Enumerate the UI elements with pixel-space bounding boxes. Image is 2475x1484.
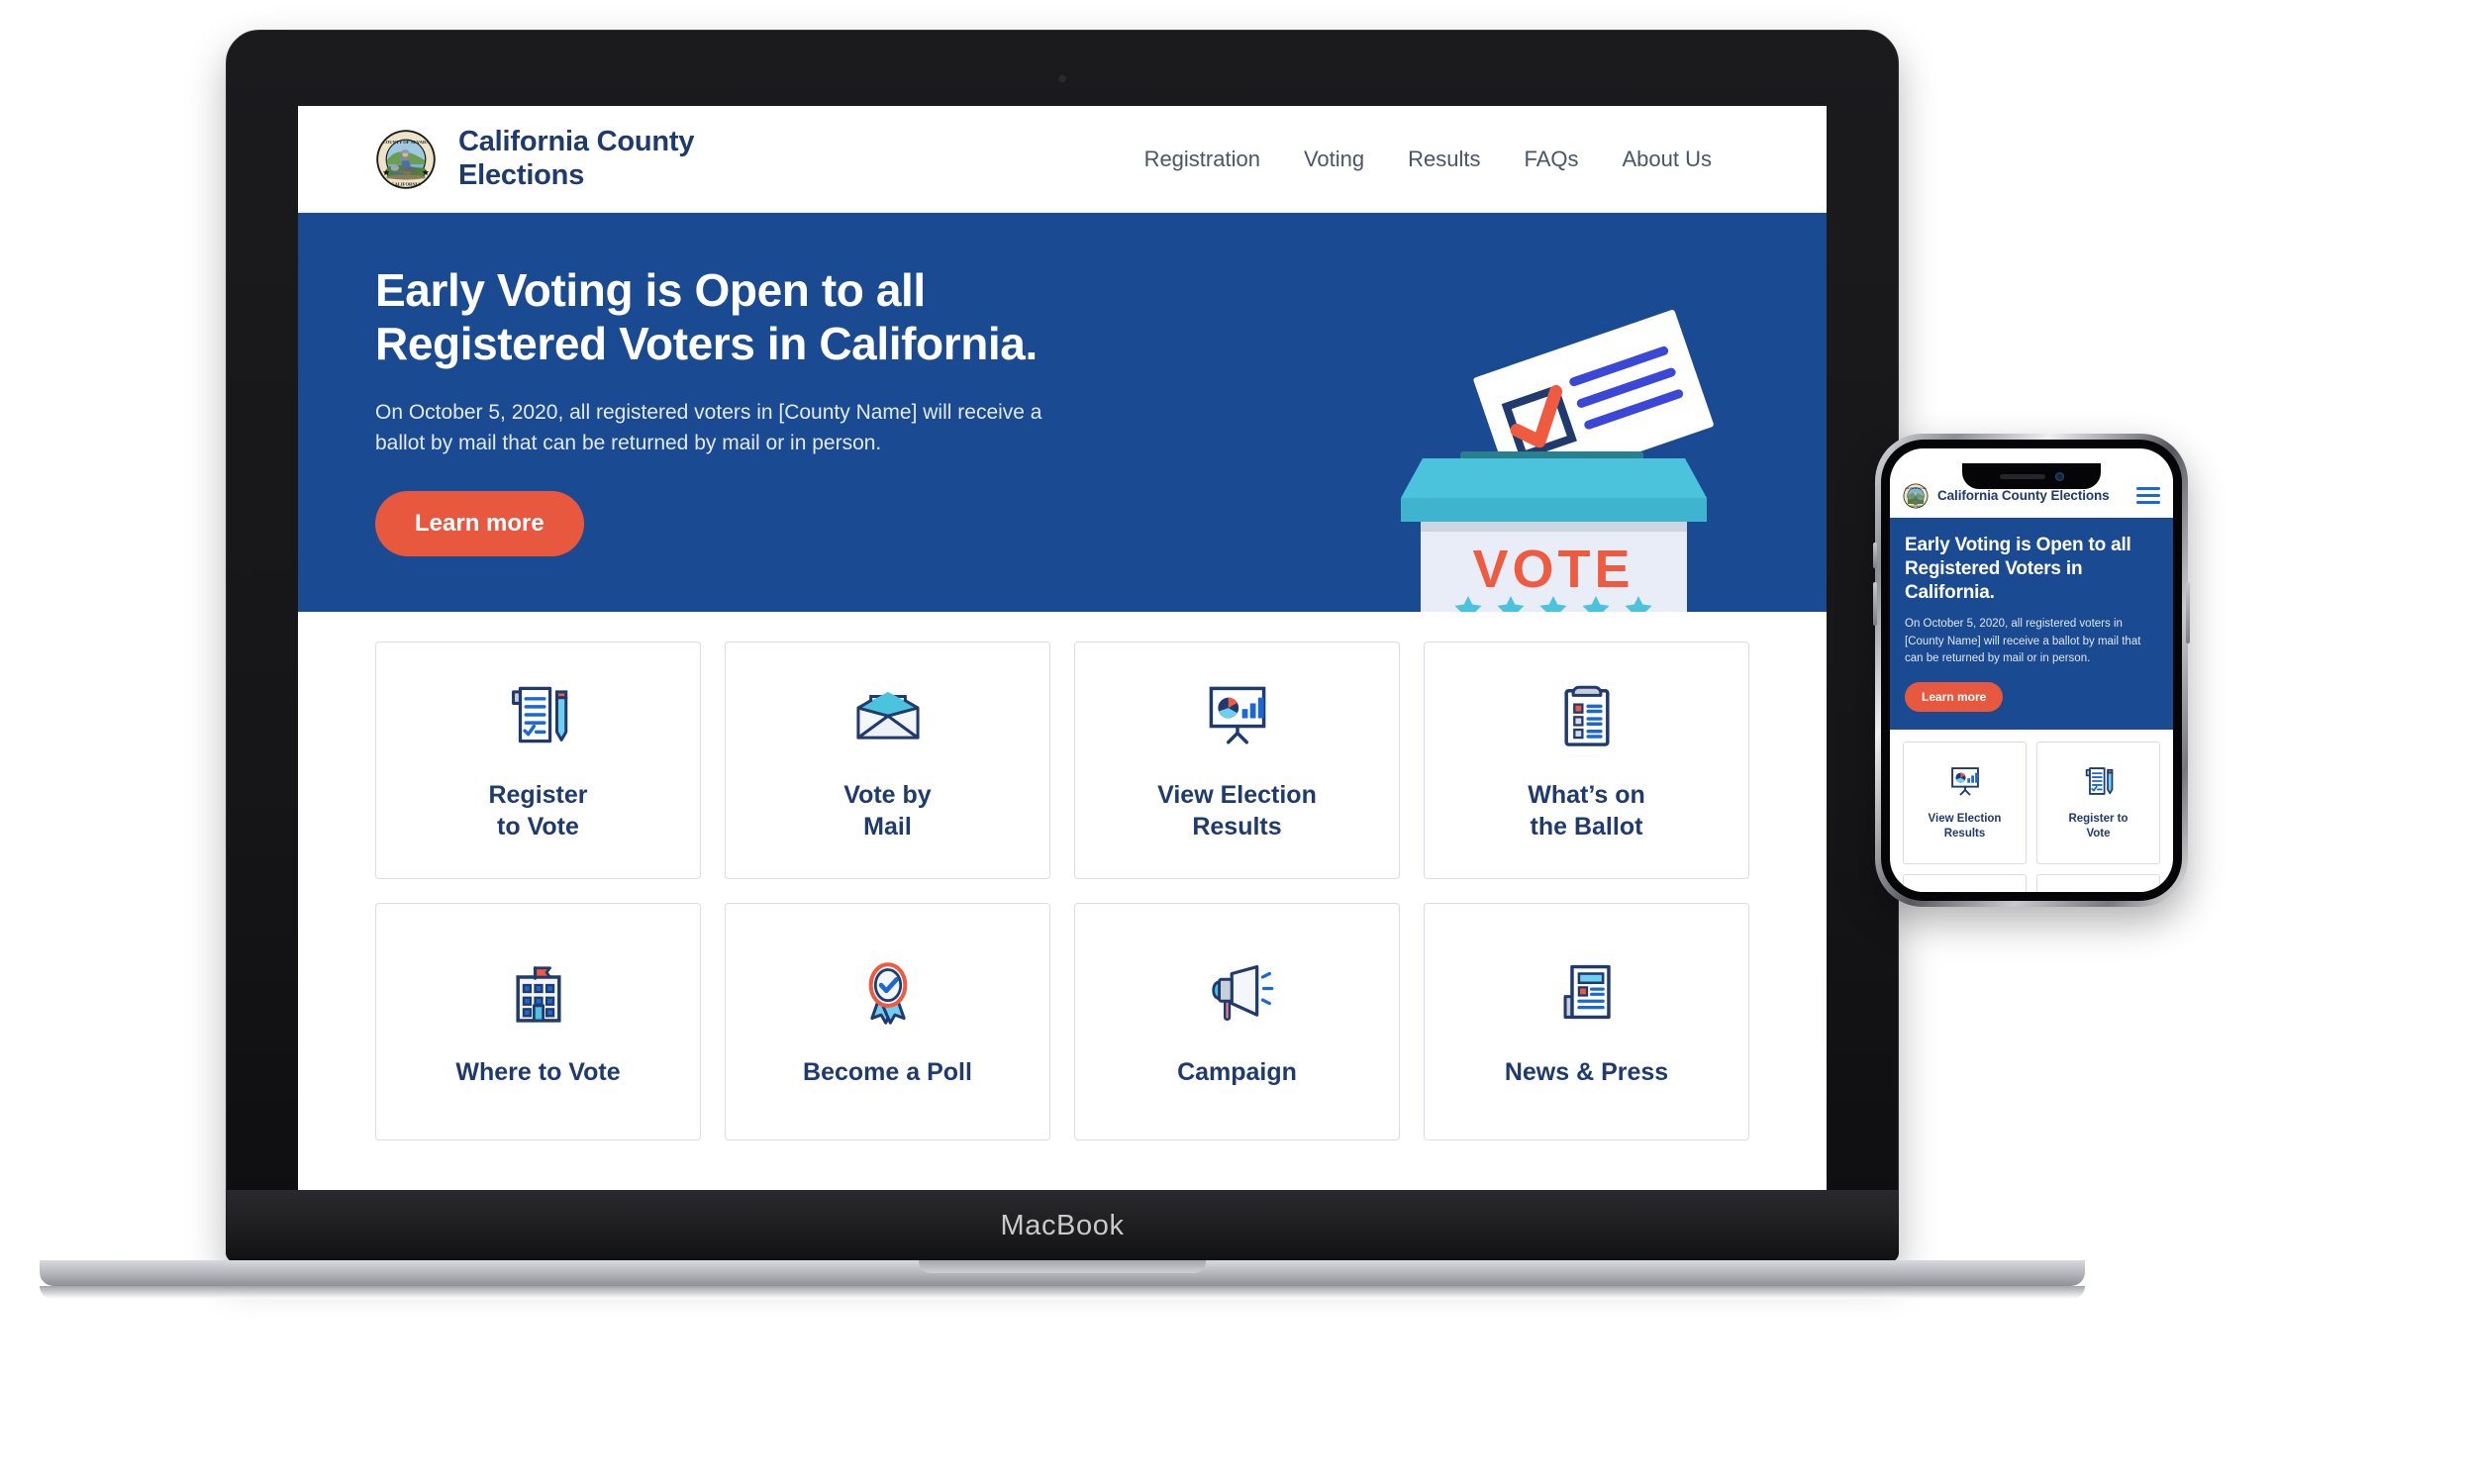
macbook-bottom-bezel: MacBook <box>226 1190 1899 1262</box>
learn-more-button[interactable]: Learn more <box>375 490 584 556</box>
mobile-hero-banner: Early Voting is Open to all Registered V… <box>1890 518 2173 730</box>
front-camera-icon <box>2054 471 2064 481</box>
svg-text:CALIFORNIA: CALIFORNIA <box>391 181 421 186</box>
card-label: Vote by Mail <box>843 780 932 841</box>
main-navigation: Registration Voting Results FAQs About U… <box>1144 147 1771 172</box>
laptop-camera-icon <box>1056 73 1068 84</box>
mobile-card-whats-on-the-ballot[interactable]: What’s on the Ballot <box>2036 873 2160 892</box>
iphone-device: COUNTY OF NEVADA CALIFORNIA California C… <box>1873 434 2190 907</box>
svg-text:VOTE: VOTE <box>1472 540 1634 599</box>
card-label: What’s on the Ballot <box>1528 780 1645 841</box>
hamburger-menu-icon[interactable] <box>2136 487 2160 504</box>
macbook-brand-label: MacBook <box>1000 1210 1125 1241</box>
screenshot-stage: COUNTY OF NEVADA CALIFORNIA California C… <box>0 0 2475 1484</box>
award-ribbon-check-icon <box>868 961 907 1025</box>
clipboard-checklist-icon <box>1563 685 1610 746</box>
nav-item-results[interactable]: Results <box>1408 147 1480 172</box>
card-view-election-results[interactable]: View Election Results <box>1074 641 1400 879</box>
site-header: COUNTY OF NEVADA CALIFORNIA California C… <box>298 106 1827 213</box>
card-label: Where to Vote <box>455 1057 621 1086</box>
hero-body-text: On October 5, 2020, all registered voter… <box>375 400 1042 455</box>
mobile-brand-name: California County Elections <box>1937 488 2110 503</box>
mobile-card-register-to-vote[interactable]: Register to Vote <box>2036 741 2160 864</box>
card-label: Register to Vote <box>488 780 588 841</box>
quick-links-grid: Register to Vote Vote by Mail View Elect… <box>298 611 1827 1140</box>
mobile-card-vote-by-mail[interactable]: Vote by Mail <box>1903 873 2027 892</box>
county-seal-icon: COUNTY OF NEVADA CALIFORNIA <box>376 129 436 189</box>
mobile-hero-body-text: On October 5, 2020, all registered voter… <box>1905 618 2141 665</box>
iphone-notch <box>1962 463 2101 489</box>
macbook-device: COUNTY OF NEVADA CALIFORNIA California C… <box>40 30 2085 1299</box>
nav-item-about-us[interactable]: About Us <box>1623 147 1713 172</box>
mobile-card-label: Register to Vote <box>2068 813 2128 841</box>
open-envelope-icon <box>855 691 920 740</box>
earpiece-speaker-icon <box>1999 473 2045 479</box>
document-pen-icon <box>2085 767 2113 796</box>
presentation-chart-icon <box>1209 686 1265 744</box>
nav-item-voting[interactable]: Voting <box>1304 147 1364 172</box>
macbook-screen: COUNTY OF NEVADA CALIFORNIA California C… <box>298 106 1827 1190</box>
iphone-screen: COUNTY OF NEVADA CALIFORNIA California C… <box>1890 448 2173 892</box>
brand-name-line1: California County <box>458 126 695 158</box>
card-whats-on-the-ballot[interactable]: What’s on the Ballot <box>1424 641 1749 879</box>
government-building-flag-icon <box>515 965 561 1023</box>
nav-item-faqs[interactable]: FAQs <box>1524 147 1578 172</box>
macbook-base-notch <box>919 1260 1206 1273</box>
card-become-a-poll-worker[interactable]: Become a Poll <box>725 902 1050 1140</box>
hero-heading: Early Voting is Open to all Registered V… <box>375 264 1038 369</box>
card-label: News & Press <box>1504 1057 1669 1086</box>
county-seal-icon: COUNTY OF NEVADA CALIFORNIA <box>1903 483 1929 508</box>
card-label: Become a Poll <box>803 1057 972 1086</box>
card-label: Campaign <box>1177 1057 1297 1086</box>
card-news-and-press[interactable]: News & Press <box>1424 902 1749 1140</box>
svg-text:COUNTY OF NEVADA: COUNTY OF NEVADA <box>382 139 430 144</box>
card-register-to-vote[interactable]: Register to Vote <box>375 641 701 879</box>
hero-banner: Early Voting is Open to all Registered V… <box>298 213 1827 612</box>
mobile-learn-more-button[interactable]: Learn more <box>1905 681 2004 712</box>
iphone-volume-buttons[interactable] <box>1873 582 1877 626</box>
card-label: View Election Results <box>1157 780 1317 841</box>
card-where-to-vote[interactable]: Where to Vote <box>375 902 701 1140</box>
presentation-chart-icon <box>1950 767 1979 796</box>
brand-logo[interactable]: COUNTY OF NEVADA CALIFORNIA California C… <box>375 126 694 191</box>
iphone-silent-switch[interactable] <box>1873 543 1877 568</box>
mobile-card-view-election-results[interactable]: View Election Results <box>1903 741 2027 864</box>
nav-item-registration[interactable]: Registration <box>1144 147 1260 172</box>
iphone-power-button[interactable] <box>2186 582 2190 643</box>
mobile-quick-links-grid: View Election Results Register to Vote <box>1890 730 2173 892</box>
mobile-card-label: View Election Results <box>1928 813 2002 841</box>
document-pen-icon <box>511 686 567 742</box>
card-vote-by-mail[interactable]: Vote by Mail <box>725 641 1050 879</box>
ballot-box-illustration: VOTE <box>1401 309 1714 612</box>
brand-name: California County Elections <box>458 126 694 191</box>
macbook-foot-shadow <box>40 1286 2085 1299</box>
brand-name-line2: Elections <box>458 158 585 191</box>
card-campaign[interactable]: Campaign <box>1074 902 1400 1140</box>
mobile-hero-heading: Early Voting is Open to all Registered V… <box>1905 535 2131 603</box>
newspaper-icon <box>1563 964 1611 1019</box>
website-desktop: COUNTY OF NEVADA CALIFORNIA California C… <box>298 106 1827 1140</box>
megaphone-icon <box>1211 964 1273 1021</box>
